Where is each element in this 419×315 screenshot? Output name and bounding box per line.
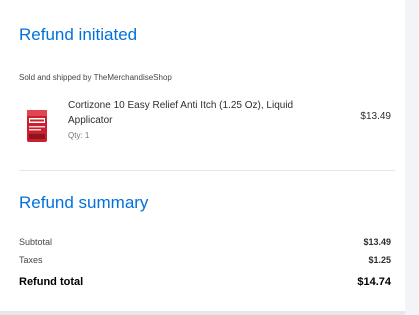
product-quantity: Qty: 1 bbox=[68, 131, 90, 140]
taxes-label: Taxes bbox=[19, 255, 43, 265]
refund-card: Refund initiated Sold and shipped by The… bbox=[0, 0, 405, 315]
section-divider bbox=[19, 170, 395, 171]
seller-info: Sold and shipped by TheMerchandiseShop bbox=[19, 73, 172, 82]
subtotal-label: Subtotal bbox=[19, 237, 53, 247]
refund-total-label: Refund total bbox=[19, 276, 84, 288]
page-background-strip bbox=[405, 0, 419, 315]
product-thumbnail[interactable] bbox=[22, 108, 52, 144]
subtotal-value: $13.49 bbox=[363, 237, 391, 247]
card-bottom-border bbox=[0, 311, 405, 315]
product-name-link[interactable]: Cortizone 10 Easy Relief Anti Itch (1.25… bbox=[68, 98, 328, 128]
refund-total-value: $14.74 bbox=[357, 276, 391, 288]
refund-initiated-heading: Refund initiated bbox=[19, 25, 138, 44]
taxes-value: $1.25 bbox=[368, 255, 391, 265]
product-price: $13.49 bbox=[360, 111, 391, 122]
refund-summary-heading: Refund summary bbox=[19, 193, 149, 212]
product-image-icon bbox=[27, 110, 47, 142]
